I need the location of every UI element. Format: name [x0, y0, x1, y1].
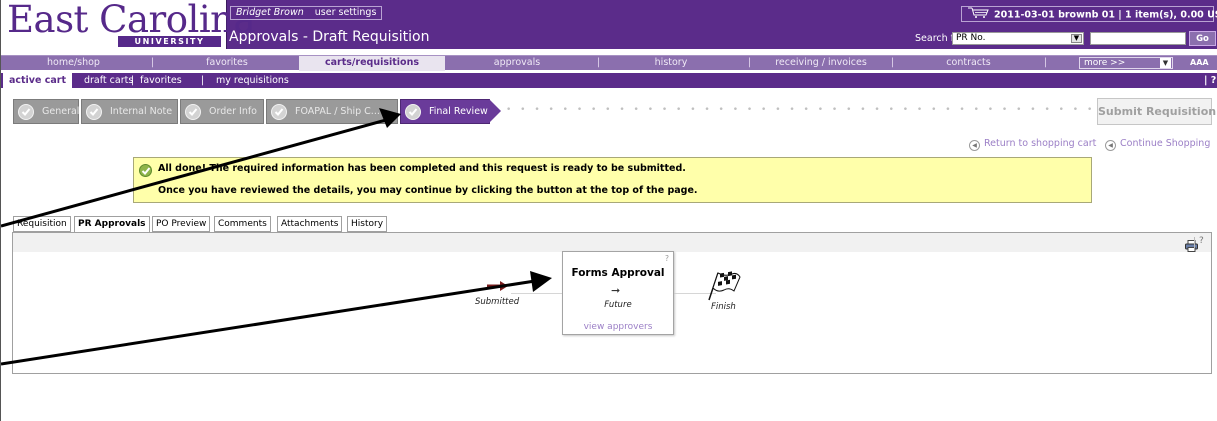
return-to-cart-label: Return to shopping cart [984, 138, 1097, 149]
circle-left-arrow-icon: ◀ [1105, 140, 1116, 151]
panel-toolbar: ? [13, 233, 1211, 252]
nav-contracts[interactable]: contracts [896, 56, 1041, 70]
tab-comments[interactable]: Comments [214, 216, 271, 232]
logo-sub-text: UNIVERSITY [118, 36, 221, 47]
search-input[interactable] [1090, 32, 1186, 45]
completion-alert: All done! The required information has b… [133, 157, 1092, 203]
step-final-review[interactable]: Final Review [400, 99, 490, 124]
toolbar-divider [1194, 237, 1195, 248]
continue-shopping-label: Continue Shopping [1120, 138, 1211, 149]
chevron-down-icon: ▼ [1160, 58, 1171, 68]
panel-help-icon[interactable]: ? [1199, 236, 1204, 246]
alert-message-line1: All done! The required information has b… [158, 163, 686, 174]
subnav-draft-carts[interactable]: draft carts [84, 73, 133, 88]
subnav-separator: | [201, 75, 205, 86]
more-menu-label: more >> [1084, 58, 1126, 68]
nav-separator: | [891, 57, 895, 68]
submitted-arrow-icon [487, 281, 508, 291]
shopping-cart-icon [968, 7, 990, 23]
workflow-step-status: Future [604, 300, 632, 310]
check-icon [18, 104, 34, 120]
step-internal-note[interactable]: Internal Note [81, 99, 178, 124]
subnav-my-requisitions[interactable]: my requisitions [216, 73, 289, 88]
check-icon [86, 104, 102, 120]
page-title: Approvals - Draft Requisition [229, 29, 430, 45]
cart-summary-text: 2011-03-01 brownb 01 | 1 item(s), 0.00 U… [994, 9, 1217, 21]
workflow-step-title: Forms Approval [571, 267, 665, 279]
user-name[interactable]: Bridget Brown [236, 7, 304, 18]
tab-requisition[interactable]: Requisition [13, 216, 71, 232]
step-label: Final Review [429, 106, 488, 117]
nav-carts-requisitions[interactable]: carts/requisitions [299, 56, 445, 70]
active-step-arrow [489, 99, 501, 123]
subnav-favorites[interactable]: favorites [140, 73, 182, 88]
circle-left-arrow-icon: ◀ [969, 140, 980, 151]
nav-separator: | [1044, 57, 1048, 68]
nav-receiving-invoices[interactable]: receiving / invoices [751, 56, 891, 70]
workflow-submitted-label: Submitted [475, 297, 520, 307]
nav-separator: | [597, 57, 601, 68]
check-icon [271, 104, 287, 120]
check-icon [185, 104, 201, 120]
printer-icon[interactable] [1185, 237, 1198, 256]
more-menu-select[interactable]: more >> ▼ [1079, 57, 1173, 69]
check-circle-icon [139, 164, 152, 177]
continue-shopping-link[interactable]: ◀ Continue Shopping [1105, 138, 1210, 151]
subnav-separator: | [131, 75, 135, 86]
main-nav: home/shop | favorites carts/requisitions… [1, 55, 1217, 71]
help-link[interactable]: | ? [1204, 73, 1216, 88]
chevron-down-icon: ▼ [1071, 34, 1082, 43]
view-approvers-link[interactable]: view approvers [563, 322, 673, 332]
right-arrow-icon: ➞ [611, 284, 621, 297]
search-type-select[interactable]: PR No. ▼ [952, 32, 1084, 45]
go-button[interactable]: Go [1189, 31, 1216, 46]
logo-main-text: East Carolina [7, 0, 256, 41]
step-order-info[interactable]: Order Info [180, 99, 264, 124]
tab-po-preview[interactable]: PO Preview [152, 216, 211, 232]
search-type-value: PR No. [956, 33, 986, 43]
subnav-separator: | [1204, 75, 1208, 86]
nav-approvals[interactable]: approvals [446, 56, 588, 70]
nav-home-shop[interactable]: home/shop [1, 56, 146, 70]
ecu-logo[interactable]: East Carolina UNIVERSITY [1, 0, 256, 49]
sub-nav: active cart draft carts | favorites | my… [1, 73, 1217, 88]
alert-message-line2: Once you have reviewed the details, you … [158, 185, 698, 196]
step-foapal-ship-to[interactable]: FOAPAL / Ship C... [266, 99, 398, 124]
tab-pr-approvals[interactable]: PR Approvals [74, 216, 150, 233]
submit-requisition-button[interactable]: Submit Requisition [1097, 98, 1216, 125]
return-to-cart-link[interactable]: ◀ Return to shopping cart [969, 138, 1096, 151]
nav-history[interactable]: history [601, 56, 741, 70]
step-label: Order Info [209, 106, 257, 117]
app-header: East Carolina UNIVERSITY Bridget Brown u… [1, 0, 1217, 49]
step-label: General [42, 106, 80, 117]
workflow-finish-label: Finish [711, 302, 736, 312]
subnav-active-cart[interactable]: active cart [3, 73, 72, 88]
help-icon: ? [1210, 75, 1217, 86]
step-progress-dots: • • • • • • • • • • • • • • • • • • • • … [506, 105, 1096, 115]
user-settings-link[interactable]: user settings [315, 7, 377, 18]
step-help-icon[interactable]: ? [665, 254, 669, 263]
tab-history[interactable]: History [347, 216, 388, 232]
cart-summary[interactable]: 2011-03-01 brownb 01 | 1 item(s), 0.00 U… [961, 6, 1217, 23]
step-general[interactable]: General [13, 99, 79, 124]
step-label: Internal Note [110, 106, 173, 117]
forms-approval-step: ? Forms Approval ➞ Future view approvers [562, 251, 674, 335]
user-box: Bridget Brown user settings [230, 6, 383, 20]
checkered-flag-icon [708, 271, 741, 301]
nav-separator: | [151, 57, 155, 68]
step-label: FOAPAL / Ship C... [295, 106, 380, 117]
tab-attachments[interactable]: Attachments [277, 216, 343, 232]
check-icon [405, 104, 421, 120]
nav-favorites[interactable]: favorites [156, 56, 298, 70]
text-size-control[interactable]: AAA [1190, 56, 1209, 70]
